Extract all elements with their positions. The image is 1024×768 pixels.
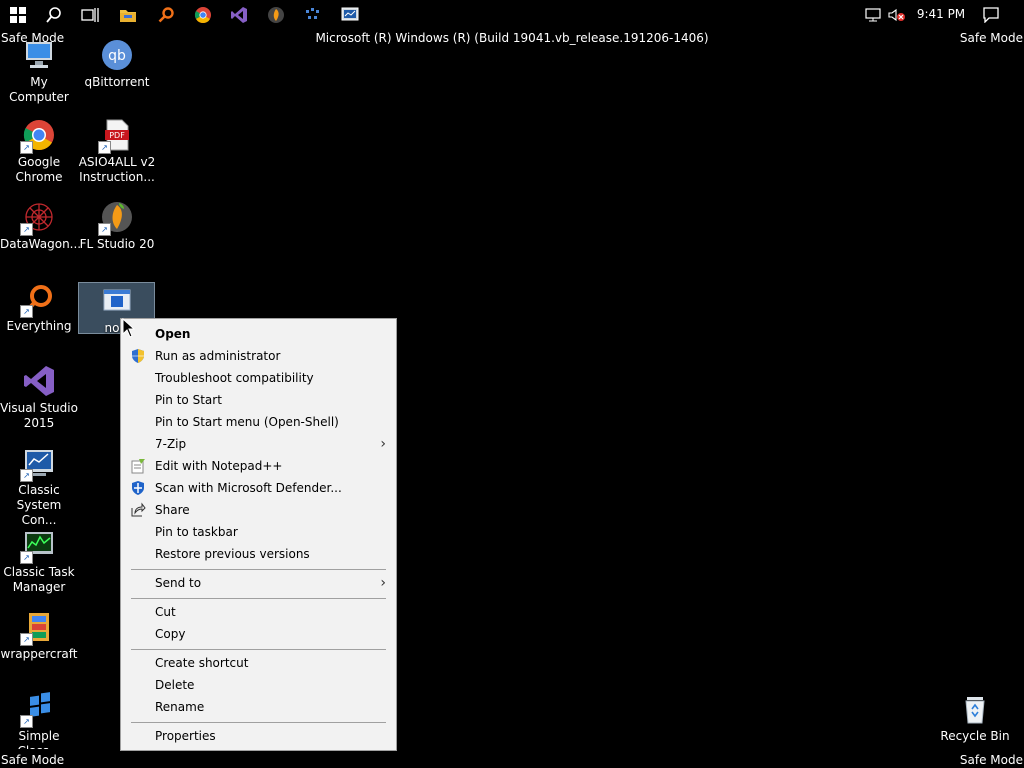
fl-studio-icon[interactable] bbox=[258, 0, 294, 30]
menu-item-rename[interactable]: Rename bbox=[121, 696, 396, 718]
computer-icon bbox=[22, 38, 56, 72]
everything-search-icon: ↗ bbox=[20, 282, 56, 318]
desktop-icon-fl-studio[interactable]: ↗ FL Studio 20 bbox=[78, 200, 156, 252]
menu-item-open[interactable]: Open bbox=[121, 323, 396, 345]
safe-mode-label-bottom-right: Safe Mode bbox=[959, 753, 1023, 767]
action-center-icon[interactable] bbox=[980, 0, 1002, 30]
shortcut-arrow-icon: ↗ bbox=[20, 551, 33, 564]
simple-classic-icon: ↗ bbox=[20, 692, 56, 728]
menu-separator bbox=[131, 598, 386, 599]
menu-item-share[interactable]: Share bbox=[121, 499, 396, 521]
search-icon[interactable] bbox=[36, 0, 72, 30]
datawagon-icon: ↗ bbox=[20, 200, 56, 236]
desktop-icon-everything[interactable]: ↗ Everything bbox=[0, 282, 78, 334]
menu-separator bbox=[131, 722, 386, 723]
menu-item-restore-previous-versions[interactable]: Restore previous versions bbox=[121, 543, 396, 565]
file-explorer-icon[interactable] bbox=[110, 0, 146, 30]
windows-start-icon[interactable] bbox=[0, 0, 36, 30]
desktop-icon-my-computer[interactable]: My Computer bbox=[0, 38, 78, 105]
shortcut-arrow-icon: ↗ bbox=[20, 305, 33, 318]
shortcut-arrow-icon: ↗ bbox=[20, 633, 33, 646]
menu-item-copy[interactable]: Copy bbox=[121, 623, 396, 645]
menu-item-create-shortcut[interactable]: Create shortcut bbox=[121, 652, 396, 674]
fl-studio-icon: ↗ bbox=[98, 200, 134, 236]
mouse-cursor-icon bbox=[122, 317, 136, 341]
desktop-icon-wrappercraft[interactable]: ↗ wrappercraft bbox=[0, 610, 78, 662]
menu-item-run-as-administrator[interactable]: Run as administrator bbox=[121, 345, 396, 367]
chrome-icon[interactable] bbox=[185, 0, 221, 30]
svg-text:PDF: PDF bbox=[109, 131, 125, 140]
defender-shield-icon bbox=[130, 480, 146, 496]
system-control-icon: ↗ bbox=[20, 446, 56, 482]
shortcut-arrow-icon: ↗ bbox=[98, 141, 111, 154]
visual-studio-icon bbox=[22, 364, 56, 398]
desktop-icon-visual-studio-2015[interactable]: Visual Studio 2015 bbox=[0, 364, 78, 431]
task-manager-icon: ↗ bbox=[20, 528, 56, 564]
share-icon bbox=[130, 502, 146, 518]
clock[interactable]: 9:41 PM bbox=[912, 7, 970, 21]
visual-studio-icon[interactable] bbox=[221, 0, 257, 30]
safe-mode-label-bottom-left: Safe Mode bbox=[1, 753, 65, 767]
application-window-icon bbox=[100, 284, 134, 318]
build-title: Microsoft (R) Windows (R) (Build 19041.v… bbox=[315, 31, 709, 45]
svg-text:qb: qb bbox=[108, 48, 126, 64]
recycle-bin-icon bbox=[958, 692, 992, 726]
task-view-icon[interactable] bbox=[72, 0, 108, 30]
desktop-icon-asio4all[interactable]: PDF ↗ ASIO4ALL v2 Instruction... bbox=[78, 118, 156, 185]
menu-item-pin-to-start[interactable]: Pin to Start bbox=[121, 389, 396, 411]
notepad-plus-plus-icon bbox=[130, 458, 146, 474]
qbittorrent-icon: qb bbox=[100, 38, 134, 72]
shortcut-arrow-icon: ↗ bbox=[98, 223, 111, 236]
menu-item-scan-with-defender[interactable]: Scan with Microsoft Defender... bbox=[121, 477, 396, 499]
menu-item-7zip[interactable]: 7-Zip › bbox=[121, 433, 396, 455]
uac-shield-icon bbox=[130, 348, 146, 364]
desktop-icon-qbittorrent[interactable]: qb qBittorrent bbox=[78, 38, 156, 90]
taskbar: 9:41 PM bbox=[0, 0, 1024, 30]
context-menu: Open Run as administrator Troubleshoot c… bbox=[120, 318, 397, 751]
submenu-arrow-icon: › bbox=[380, 436, 386, 452]
desktop-icon-classic-task-manager[interactable]: ↗ Classic Task Manager bbox=[0, 528, 78, 595]
menu-separator bbox=[131, 569, 386, 570]
safe-mode-label-top-right: Safe Mode bbox=[959, 31, 1023, 45]
pdf-icon: PDF ↗ bbox=[98, 118, 134, 154]
chrome-icon: ↗ bbox=[20, 118, 56, 154]
menu-item-delete[interactable]: Delete bbox=[121, 674, 396, 696]
menu-item-properties[interactable]: Properties bbox=[121, 725, 396, 747]
desktop-icon-simple-class[interactable]: ↗ Simple Class... bbox=[0, 692, 78, 749]
menu-item-pin-to-start-open-shell[interactable]: Pin to Start menu (Open-Shell) bbox=[121, 411, 396, 433]
menu-separator bbox=[131, 649, 386, 650]
search-everything-icon[interactable] bbox=[148, 0, 184, 30]
menu-item-send-to[interactable]: Send to › bbox=[121, 572, 396, 594]
shortcut-arrow-icon: ↗ bbox=[20, 715, 33, 728]
menu-item-edit-with-notepad-plus-plus[interactable]: Edit with Notepad++ bbox=[121, 455, 396, 477]
menu-item-cut[interactable]: Cut bbox=[121, 601, 396, 623]
shortcut-arrow-icon: ↗ bbox=[20, 141, 33, 154]
volume-muted-icon[interactable] bbox=[886, 0, 908, 30]
shortcut-arrow-icon: ↗ bbox=[20, 469, 33, 482]
network-icon[interactable] bbox=[862, 0, 884, 30]
desktop-icon-datawagon[interactable]: ↗ DataWagon... bbox=[0, 200, 81, 252]
menu-item-troubleshoot-compatibility[interactable]: Troubleshoot compatibility bbox=[121, 367, 396, 389]
datawagon-icon[interactable] bbox=[295, 0, 331, 30]
submenu-arrow-icon: › bbox=[380, 575, 386, 591]
menu-item-pin-to-taskbar[interactable]: Pin to taskbar bbox=[121, 521, 396, 543]
desktop-icon-classic-system-control[interactable]: ↗ Classic System Con... bbox=[0, 446, 78, 528]
classic-system-icon[interactable] bbox=[332, 0, 368, 30]
shortcut-arrow-icon: ↗ bbox=[20, 223, 33, 236]
wrappercraft-icon: ↗ bbox=[20, 610, 56, 646]
desktop-icon-recycle-bin[interactable]: Recycle Bin bbox=[936, 692, 1014, 744]
desktop-icon-google-chrome[interactable]: ↗ Google Chrome bbox=[0, 118, 78, 185]
